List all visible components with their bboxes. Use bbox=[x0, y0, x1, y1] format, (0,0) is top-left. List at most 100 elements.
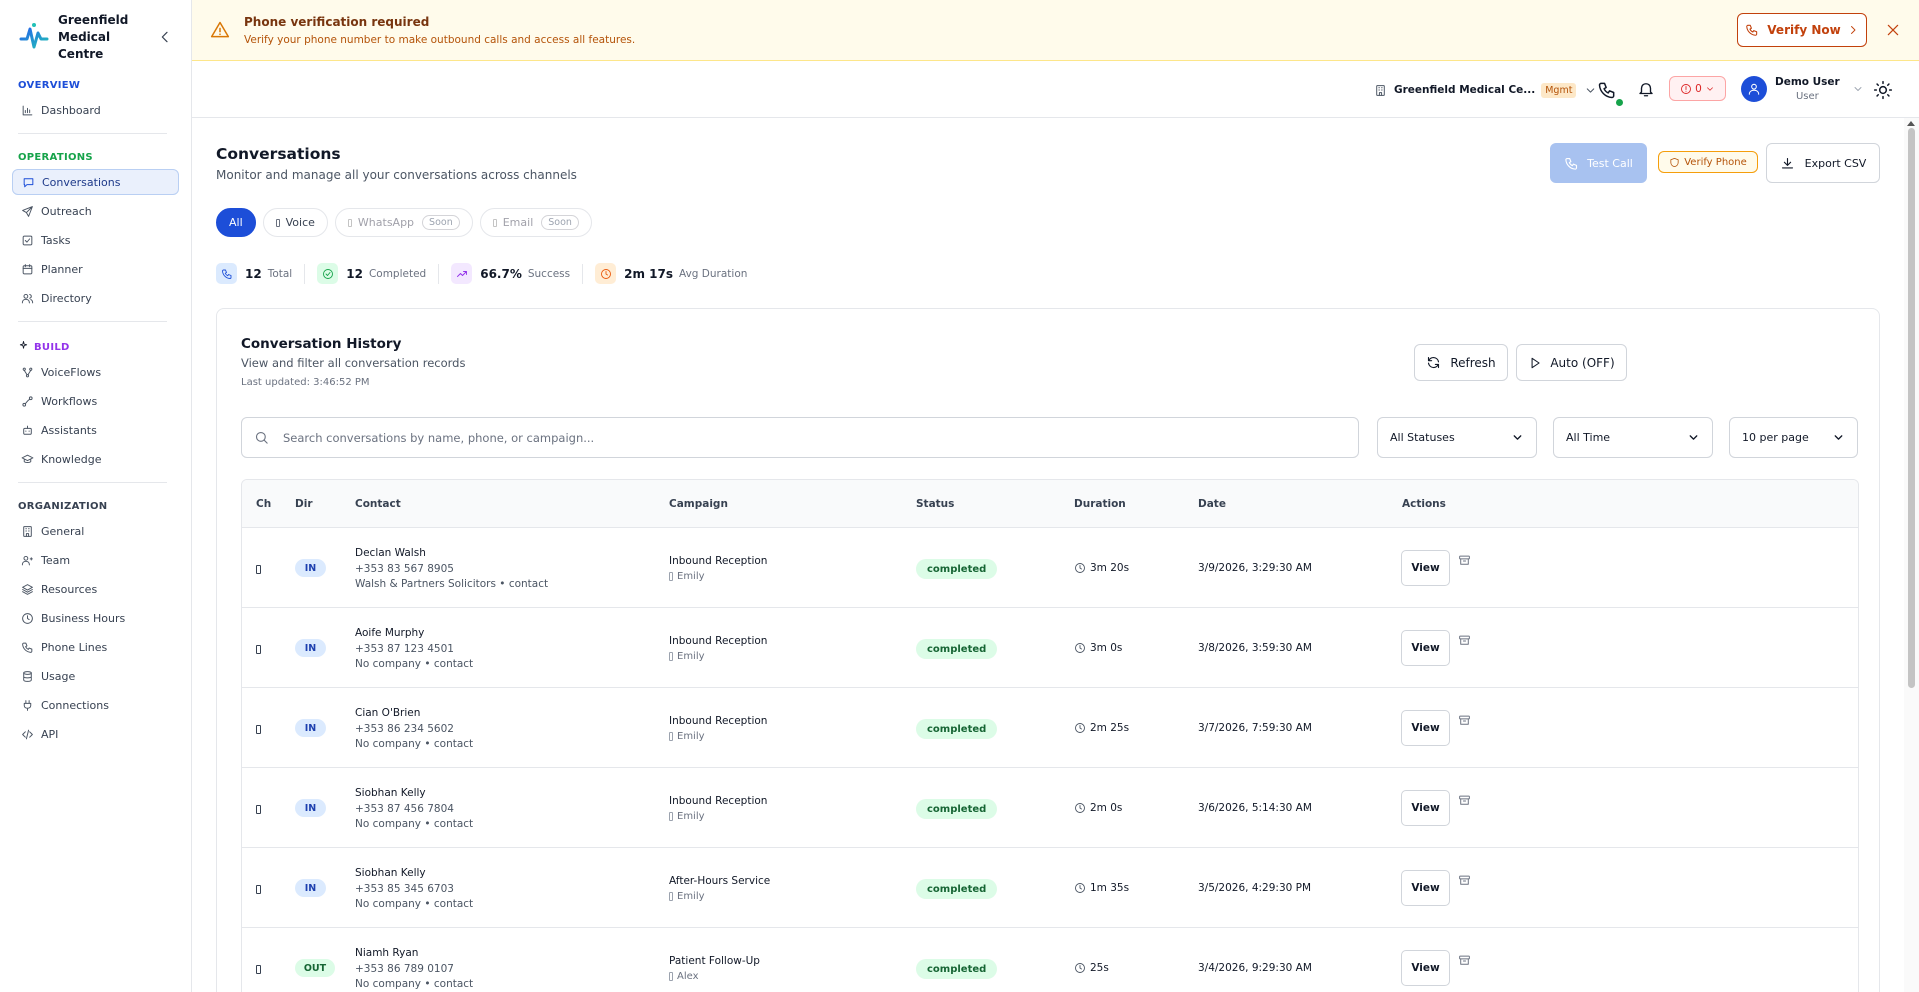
channel-voice[interactable]: Voice bbox=[262, 208, 328, 237]
table-row[interactable]: IN Siobhan Kelly +353 85 345 6703 No compan… bbox=[242, 848, 1858, 928]
sidebar-item-planner[interactable]: Planner bbox=[12, 256, 179, 282]
stat-total: 12 Total bbox=[216, 263, 292, 284]
clock-icon bbox=[1075, 883, 1085, 893]
stat-divider bbox=[582, 263, 584, 284]
sidebar-item-dashboard[interactable]: Dashboard bbox=[12, 97, 179, 123]
email-icon bbox=[492, 218, 497, 227]
duration: 3m 20s bbox=[1074, 562, 1129, 574]
scrollbar-thumb[interactable] bbox=[1908, 128, 1915, 688]
view-button[interactable]: View bbox=[1401, 950, 1450, 986]
page-title: Conversations bbox=[216, 145, 341, 163]
sidebar-item-knowledge[interactable]: Knowledge bbox=[12, 446, 179, 472]
org-switcher[interactable]: Greenfield Medical Ce... Mgmt bbox=[1374, 79, 1604, 101]
column-header-actions[interactable]: Actions bbox=[1402, 498, 1446, 510]
channel-all[interactable]: All bbox=[216, 208, 256, 237]
user-menu[interactable]: Demo User User bbox=[1741, 73, 1864, 105]
auto-refresh-button[interactable]: Auto (OFF) bbox=[1516, 344, 1627, 381]
assistant: Emily bbox=[669, 651, 705, 662]
archive-icon[interactable] bbox=[1458, 634, 1471, 647]
view-button[interactable]: View bbox=[1401, 550, 1450, 586]
sidebar-item-directory[interactable]: Directory bbox=[12, 285, 179, 311]
table-row[interactable]: IN Cian O'Brien +353 86 234 5602 No company… bbox=[242, 688, 1858, 768]
archive-icon[interactable] bbox=[1458, 874, 1471, 887]
archive-icon[interactable] bbox=[1458, 554, 1471, 567]
column-header-date[interactable]: Date bbox=[1198, 498, 1226, 510]
archive-icon[interactable] bbox=[1458, 954, 1471, 967]
sidebar-item-label: Resources bbox=[41, 582, 98, 596]
sun-icon[interactable] bbox=[1873, 80, 1893, 100]
sidebar-item-outreach[interactable]: Outreach bbox=[12, 198, 179, 224]
clock-icon bbox=[22, 612, 33, 624]
view-button[interactable]: View bbox=[1401, 710, 1450, 746]
verify-now-button[interactable]: Verify Now bbox=[1737, 13, 1867, 47]
phone-icon bbox=[221, 269, 231, 279]
column-header-duration[interactable]: Duration bbox=[1074, 498, 1126, 510]
view-button[interactable]: View bbox=[1401, 870, 1450, 906]
test-call-button[interactable]: Test Call bbox=[1550, 143, 1647, 183]
status-filter-select[interactable]: All Statuses bbox=[1377, 417, 1537, 458]
bell-icon[interactable] bbox=[1637, 80, 1655, 98]
page-subtitle: Monitor and manage all your conversation… bbox=[216, 168, 577, 182]
sidebar-item-label: Tasks bbox=[41, 233, 71, 247]
column-header-dir[interactable]: Dir bbox=[295, 498, 313, 510]
table-row[interactable]: IN Aoife Murphy +353 87 123 4501 No company… bbox=[242, 608, 1858, 688]
column-header-campaign[interactable]: Campaign bbox=[669, 498, 728, 510]
archive-icon[interactable] bbox=[1458, 714, 1471, 727]
building-icon bbox=[1376, 84, 1385, 96]
alerts-count: 0 bbox=[1695, 82, 1702, 95]
archive-icon[interactable] bbox=[1458, 794, 1471, 807]
export-csv-button[interactable]: Export CSV bbox=[1766, 143, 1880, 183]
table-row[interactable]: OUT Niamh Ryan +353 86 789 0107 No company … bbox=[242, 928, 1858, 992]
view-button[interactable]: View bbox=[1401, 630, 1450, 666]
campaign-name: Inbound Reception bbox=[669, 635, 768, 647]
sidebar-item-phone-lines[interactable]: Phone Lines bbox=[12, 634, 179, 660]
stat-completed: 12 Completed bbox=[317, 263, 426, 284]
export-csv-label: Export CSV bbox=[1804, 156, 1867, 170]
search-input[interactable]: Search conversations by name, phone, or … bbox=[241, 417, 1359, 458]
contact-phone: +353 83 567 8905 bbox=[355, 563, 454, 575]
sidebar-item-voiceflows[interactable]: VoiceFlows bbox=[12, 359, 179, 385]
stat-icon-box bbox=[317, 263, 339, 284]
contact-name: Siobhan Kelly bbox=[355, 867, 426, 879]
sidebar-item-resources[interactable]: Resources bbox=[12, 576, 179, 602]
sidebar-nav: OVERVIEW Dashboard OPERATIONS Conversations… bbox=[0, 80, 191, 747]
table-row[interactable]: IN Declan Walsh +353 83 567 8905 Walsh & Pa… bbox=[242, 528, 1858, 608]
table-row[interactable]: IN Siobhan Kelly +353 87 456 7804 No compan… bbox=[242, 768, 1858, 848]
per-page-select[interactable]: 10 per page bbox=[1729, 417, 1858, 458]
sidebar-item-general[interactable]: General bbox=[12, 518, 179, 544]
column-header-ch[interactable]: Ch bbox=[256, 498, 271, 510]
sidebar-item-connections[interactable]: Connections bbox=[12, 692, 179, 718]
sidebar-item-api[interactable]: API bbox=[12, 721, 179, 747]
nav-section-title: OVERVIEW bbox=[0, 80, 191, 91]
voice-channel-icon bbox=[256, 725, 261, 734]
column-header-status[interactable]: Status bbox=[916, 498, 954, 510]
campaign-name: Inbound Reception bbox=[669, 795, 768, 807]
scroll-up-arrow[interactable] bbox=[1907, 121, 1915, 126]
time-filter-select[interactable]: All Time bbox=[1553, 417, 1713, 458]
sidebar-item-team[interactable]: Team bbox=[12, 547, 179, 573]
column-header-contact[interactable]: Contact bbox=[355, 498, 401, 510]
softphone-icon[interactable] bbox=[1597, 80, 1617, 100]
view-button[interactable]: View bbox=[1401, 790, 1450, 826]
close-icon[interactable] bbox=[1885, 22, 1901, 38]
sidebar-item-assistants[interactable]: Assistants bbox=[12, 417, 179, 443]
check-circle-icon bbox=[322, 268, 333, 279]
status-badge: completed bbox=[916, 639, 998, 659]
last-updated: Last updated: 3:46:52 PM bbox=[241, 377, 370, 388]
direction-badge: IN bbox=[295, 799, 326, 817]
sidebar-item-workflows[interactable]: Workflows bbox=[12, 388, 179, 414]
collapse-sidebar-icon[interactable] bbox=[157, 29, 173, 45]
assistant-name: Emily bbox=[677, 891, 705, 902]
alerts-dropdown[interactable]: 0 bbox=[1669, 76, 1726, 101]
sidebar-item-tasks[interactable]: Tasks bbox=[12, 227, 179, 253]
verify-phone-button[interactable]: Verify Phone bbox=[1658, 151, 1758, 173]
channel-email: Email Soon bbox=[479, 208, 592, 237]
clock-icon bbox=[1075, 723, 1085, 733]
sidebar-item-label: Outreach bbox=[41, 204, 92, 218]
sidebar-item-business-hours[interactable]: Business Hours bbox=[12, 605, 179, 631]
refresh-button[interactable]: Refresh bbox=[1414, 344, 1508, 381]
stat-icon-box bbox=[451, 263, 473, 284]
sidebar-item-conversations[interactable]: Conversations bbox=[12, 169, 179, 195]
sidebar-item-usage[interactable]: Usage bbox=[12, 663, 179, 689]
stat-value: 2m 17s bbox=[624, 266, 674, 281]
